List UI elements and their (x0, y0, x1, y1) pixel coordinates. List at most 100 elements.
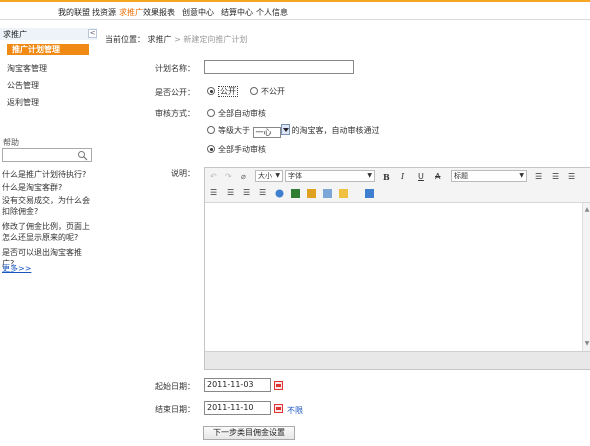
link-icon (275, 189, 284, 198)
chevron-down-icon: ▼ (275, 172, 280, 179)
link-icon[interactable] (275, 189, 284, 198)
emoticon-icon[interactable] (339, 189, 348, 198)
numbered-list-icon[interactable]: ☰ (552, 171, 559, 183)
sidebar-item-rebates[interactable]: 返利管理 (7, 97, 39, 108)
public-option-public[interactable]: 公开 (207, 86, 238, 97)
strikethrough-button[interactable]: A (435, 171, 440, 183)
nav-item-promote[interactable]: 求推广 (119, 7, 143, 18)
bullet-list-icon[interactable]: ☰ (535, 171, 542, 183)
help-link[interactable]: 修改了佣金比例，页面上怎么还显示原来的呢? (2, 221, 94, 243)
heading-select[interactable]: 标题 ▼ (451, 170, 527, 182)
calendar-icon[interactable] (274, 381, 283, 390)
chevron-down-icon[interactable] (280, 124, 290, 135)
radio-icon[interactable] (250, 87, 258, 95)
private-option-label: 不公开 (261, 87, 285, 96)
font-face-select[interactable]: 字体 ▼ (285, 170, 375, 182)
help-title: 帮助 (3, 138, 19, 147)
italic-button[interactable]: I (401, 171, 404, 183)
audit-manual-label: 全部手动审核 (218, 145, 266, 154)
radio-selected-icon[interactable] (207, 87, 215, 95)
radio-selected-icon[interactable] (207, 145, 215, 153)
end-date-input[interactable]: 2011-11-10 (204, 401, 271, 415)
source-icon[interactable] (365, 189, 374, 198)
audit-auto-label: 全部自动审核 (218, 109, 266, 118)
scroll-up-icon[interactable]: ▲ (584, 207, 590, 213)
breadcrumb-current: 新建定向推广计划 (183, 35, 248, 44)
emoticon-icon (339, 189, 348, 198)
plan-name-label: 计划名称： (155, 64, 195, 73)
font-face-value: 字体 (288, 172, 302, 180)
public-option-label: 公开 (218, 86, 238, 97)
nav-item-reports[interactable]: 效果报表 (143, 7, 175, 18)
breadcrumb: 当前位置： 求推广 > 新建定向推广计划 (105, 34, 247, 45)
radio-icon[interactable] (207, 126, 215, 134)
help-link[interactable]: 什么是推广计划待执行? (2, 169, 94, 180)
help-link[interactable]: 没有交易成交，为什么会扣除佣金? (2, 195, 94, 217)
chevron-down-icon: ▼ (367, 172, 372, 179)
top-accent-stripe (0, 0, 590, 2)
font-size-value: 大小 (258, 172, 272, 180)
image-icon (291, 189, 300, 198)
top-nav-bar: 我的联盟 找资源 求推广 效果报表 创意中心 结算中心 个人信息 (0, 0, 590, 20)
audit-option-auto[interactable]: 全部自动审核 (207, 108, 266, 119)
audit-option-level[interactable]: 等级大于 一心 的淘宝客，自动审核通过 (207, 124, 380, 138)
indent-icon[interactable]: ☰ (568, 171, 575, 183)
radio-icon[interactable] (207, 109, 215, 117)
next-step-button[interactable]: 下一步类目佣金设置 (203, 426, 295, 440)
nav-item-settlement[interactable]: 结算中心 (221, 7, 253, 18)
table-icon (323, 189, 332, 198)
help-link[interactable]: 什么是淘宝客群? (2, 182, 94, 193)
flash-icon[interactable] (307, 189, 316, 198)
editor-statusbar (205, 351, 590, 369)
description-label: 说明： (171, 169, 195, 178)
help-more-link[interactable]: 更多>> (2, 263, 31, 274)
flash-icon (307, 189, 316, 198)
table-icon[interactable] (323, 189, 332, 198)
start-date-label: 起始日期： (155, 382, 195, 391)
sidebar-item-announcements[interactable]: 公告管理 (7, 80, 39, 91)
font-size-select[interactable]: 大小 ▼ (255, 170, 283, 182)
editor-content-area[interactable] (205, 203, 590, 351)
bold-button[interactable]: B (383, 171, 390, 183)
underline-button[interactable]: U (418, 171, 424, 183)
plan-name-input[interactable] (204, 60, 354, 74)
rich-text-editor: ↶ ↷ ⌀ 大小 ▼ 字体 ▼ B I U A 标题 ▼ ☰ ☰ ☰ ☰ ☰ ☰ ☰ … (204, 167, 590, 370)
end-date-label: 结束日期： (155, 405, 195, 414)
chevron-down-icon: ▼ (519, 172, 524, 179)
outdent-icon[interactable]: ☰ (210, 187, 217, 199)
sidebar-header: 求推广 < (0, 28, 97, 40)
redo-icon[interactable]: ↷ (225, 171, 232, 183)
public-label: 是否公开： (155, 88, 195, 97)
scroll-down-icon[interactable]: ▼ (584, 341, 590, 347)
calendar-icon[interactable] (274, 404, 283, 413)
align-left-icon[interactable]: ☰ (227, 187, 234, 199)
nav-item-creative-center[interactable]: 创意中心 (182, 7, 214, 18)
public-option-private[interactable]: 不公开 (250, 86, 285, 97)
level-select[interactable]: 一心 (252, 127, 281, 138)
audit-label: 审核方式： (155, 109, 195, 118)
nav-item-find-resources[interactable]: 找资源 (92, 7, 116, 18)
image-icon[interactable] (291, 189, 300, 198)
breadcrumb-parent[interactable]: 求推广 (148, 35, 172, 44)
editor-scrollbar[interactable]: ▲ ▼ (582, 203, 590, 351)
heading-value: 标题 (454, 172, 468, 180)
clear-format-icon[interactable]: ⌀ (241, 171, 246, 183)
undo-icon[interactable]: ↶ (210, 171, 217, 183)
sidebar-item-plan-management[interactable]: 推广计划管理 (7, 44, 89, 55)
source-icon (365, 189, 374, 198)
editor-toolbar: ↶ ↷ ⌀ 大小 ▼ 字体 ▼ B I U A 标题 ▼ ☰ ☰ ☰ ☰ ☰ ☰ ☰ (205, 168, 590, 203)
audit-option-manual[interactable]: 全部手动审核 (207, 144, 266, 155)
search-icon[interactable] (77, 150, 88, 161)
help-search-input[interactable] (2, 148, 92, 162)
start-date-input[interactable]: 2011-11-03 (204, 378, 271, 392)
nav-item-my-union[interactable]: 我的联盟 (58, 7, 90, 18)
sidebar-collapse-icon[interactable]: < (88, 29, 97, 38)
sidebar: 求推广 < 推广计划管理 淘宝客管理 公告管理 返利管理 帮助 什么是推广计划待… (0, 28, 97, 446)
align-center-icon[interactable]: ☰ (243, 187, 250, 199)
align-right-icon[interactable]: ☰ (259, 187, 266, 199)
nav-item-profile[interactable]: 个人信息 (256, 7, 288, 18)
audit-level-post: 的淘宝客，自动审核通过 (291, 126, 380, 135)
breadcrumb-prefix: 当前位置： (105, 35, 145, 44)
no-limit-link[interactable]: 不限 (287, 405, 303, 416)
sidebar-item-taobaoke-management[interactable]: 淘宝客管理 (7, 63, 47, 74)
